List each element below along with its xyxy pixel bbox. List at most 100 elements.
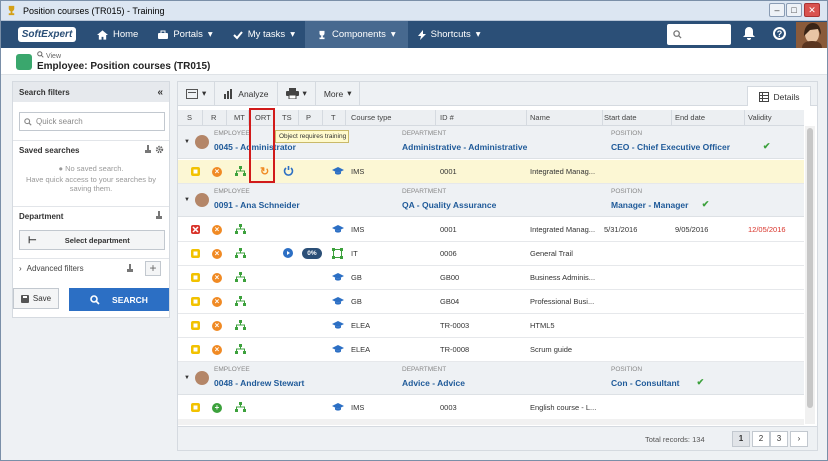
column-header[interactable]: P	[306, 113, 311, 122]
employee-pos-label: POSITION	[611, 188, 643, 195]
status-yellow-icon	[191, 167, 200, 176]
bell-icon[interactable]	[743, 27, 755, 40]
broom-icon[interactable]	[155, 211, 163, 220]
table-row[interactable]: × 0% IT 0006 General Trail	[178, 242, 804, 266]
column-divider	[226, 110, 227, 126]
table-row[interactable]: × GB GB00 Business Adminis...	[178, 266, 804, 290]
status-yellow-icon	[191, 321, 200, 330]
graduation-cap-icon	[332, 296, 344, 308]
next-page-button[interactable]: ›	[790, 431, 808, 447]
cell-name: Integrated Manag...	[530, 225, 596, 234]
table-footer: Total records: 134 1 2 3 ›	[178, 426, 817, 450]
column-header[interactable]: R	[211, 113, 216, 122]
cell-name: English course - L...	[530, 403, 597, 412]
check-icon: ✔	[701, 199, 710, 209]
caret-down-icon: ▾	[202, 88, 207, 98]
gear-icon[interactable]	[155, 145, 164, 154]
trophy-icon	[8, 5, 15, 16]
cell-name: Integrated Manag...	[530, 167, 596, 176]
vertical-scrollbar[interactable]	[805, 126, 815, 424]
employee-label: EMPLOYEE	[214, 366, 250, 373]
scrollbar-thumb[interactable]	[807, 128, 813, 408]
nav-components[interactable]: Components ▾	[304, 21, 408, 48]
nav-portals[interactable]: Portals ▾	[148, 21, 222, 48]
column-header[interactable]: T	[331, 113, 336, 122]
x-circle-icon: ×	[212, 321, 222, 331]
cell-end: 9/05/2016	[675, 225, 709, 234]
tab-details[interactable]: Details	[747, 86, 811, 106]
chevron-down-icon[interactable]: ▼	[184, 197, 190, 203]
cell-id: TR-0008	[440, 345, 470, 354]
quick-search-input[interactable]: Quick search	[19, 112, 165, 131]
search-button[interactable]: SEARCH	[69, 288, 169, 311]
minimize-button[interactable]: –	[769, 3, 785, 17]
employee-group-row[interactable]: ▼ EMPLOYEE 0048 - Andrew Stewart DEPARTMENT…	[178, 362, 804, 395]
status-yellow-icon	[191, 297, 200, 306]
search-icon	[673, 30, 682, 39]
page-2-button[interactable]: 2	[752, 431, 770, 447]
trophy-icon	[319, 30, 325, 39]
more-button[interactable]: More ▾	[316, 81, 361, 106]
hierarchy-icon	[235, 248, 246, 261]
employee-dept: Advice - Advice	[402, 378, 465, 388]
softexpert-logo[interactable]: SoftExpert	[7, 21, 87, 48]
cell-name: General Trail	[530, 249, 573, 258]
column-header[interactable]: Name	[530, 113, 550, 122]
maximize-button[interactable]: □	[786, 3, 802, 17]
employee-photo	[195, 193, 209, 207]
close-button[interactable]: ✕	[804, 3, 820, 17]
chevron-down-icon[interactable]: ▼	[184, 139, 190, 145]
analyze-button[interactable]: Analyze	[215, 81, 278, 106]
table-row[interactable]: + IMS 0003 English course - L...	[178, 396, 804, 420]
collapse-panel-icon[interactable]: «	[157, 87, 163, 98]
caret-down-icon: ▾	[302, 88, 307, 98]
divider	[13, 258, 169, 259]
broom-icon[interactable]	[144, 145, 152, 154]
x-circle-icon: ×	[212, 167, 222, 177]
column-header[interactable]: TS	[282, 113, 292, 122]
horizontal-scrollbar[interactable]	[178, 419, 804, 425]
status-red-icon	[191, 225, 200, 234]
nav-shortcuts[interactable]: Shortcuts ▾	[408, 21, 491, 48]
status-yellow-icon	[191, 273, 200, 282]
user-avatar[interactable]	[796, 22, 827, 48]
nav-home[interactable]: Home	[87, 21, 148, 48]
table-row[interactable]: × ELEA TR-0003 HTML5	[178, 314, 804, 338]
select-department-button[interactable]: ⊢ Select department	[19, 230, 165, 250]
briefcase-icon	[158, 30, 169, 39]
view-mode-button[interactable]: ▾	[178, 81, 216, 106]
power-icon[interactable]	[283, 165, 294, 178]
print-button[interactable]: ▾	[278, 81, 316, 106]
ort-column-highlight	[249, 108, 275, 183]
floppy-disk-icon	[20, 294, 29, 303]
column-header[interactable]: S	[187, 113, 192, 122]
column-header[interactable]: MT	[234, 113, 245, 122]
breadcrumb-view[interactable]: View	[37, 51, 61, 60]
page-1-button[interactable]: 1	[732, 431, 750, 447]
progress-badge: 0%	[302, 248, 322, 259]
broom-icon[interactable]	[126, 264, 134, 273]
page-3-button[interactable]: 3	[770, 431, 788, 447]
column-divider	[526, 110, 527, 126]
employee-group-row[interactable]: ▼ EMPLOYEE 0091 - Ana Schneider DEPARTMENT Q…	[178, 184, 804, 217]
column-header[interactable]: Course type	[351, 113, 391, 122]
x-circle-icon: ×	[212, 273, 222, 283]
global-search-input[interactable]	[667, 24, 731, 45]
select-department-label: Select department	[64, 235, 130, 245]
play-icon[interactable]	[283, 248, 293, 258]
chevron-down-icon[interactable]: ▼	[184, 375, 190, 381]
save-button[interactable]: Save	[13, 288, 59, 309]
nav-my-tasks[interactable]: My tasks ▾	[223, 21, 305, 48]
cell-course: IMS	[351, 167, 365, 176]
help-icon[interactable]: ?	[773, 27, 786, 40]
table-row[interactable]: × IMS 0001 Integrated Manag... 5/31/2016 9/05…	[178, 218, 804, 242]
add-filter-button[interactable]: +	[145, 261, 161, 276]
column-header[interactable]: End date	[675, 113, 705, 122]
cell-id: GB04	[440, 297, 460, 306]
table-row[interactable]: × GB GB04 Professional Busi...	[178, 290, 804, 314]
column-header[interactable]: Validity	[748, 113, 772, 122]
column-header[interactable]: ID #	[440, 113, 454, 122]
table-row[interactable]: × ELEA TR-0008 Scrum guide	[178, 338, 804, 362]
advanced-filters-toggle[interactable]: › Advanced filters	[19, 264, 84, 273]
column-header[interactable]: Start date	[604, 113, 637, 122]
